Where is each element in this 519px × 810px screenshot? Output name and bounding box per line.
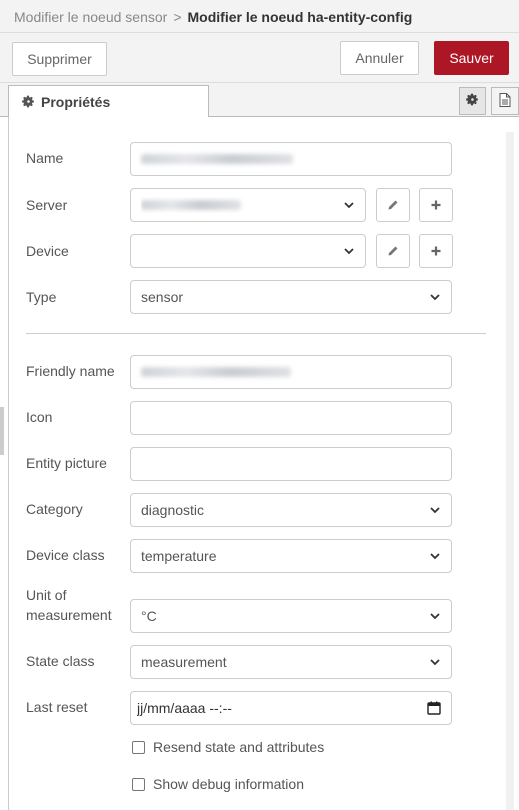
resend-state-label[interactable]: Resend state and attributes — [153, 739, 324, 755]
edit-server-button[interactable] — [376, 188, 410, 222]
device-class-select[interactable]: temperature — [130, 539, 452, 573]
redacted-value — [141, 200, 241, 210]
tab-bar: Propriétés — [0, 83, 519, 118]
delete-button[interactable]: Supprimer — [12, 42, 107, 76]
chevron-down-icon — [344, 202, 354, 209]
breadcrumb-parent[interactable]: Modifier le noeud sensor — [14, 9, 167, 25]
section-divider — [26, 333, 486, 334]
tab-settings[interactable] — [459, 87, 486, 115]
gear-icon — [466, 93, 479, 109]
name-label: Name — [26, 150, 64, 166]
chevron-down-icon — [430, 659, 440, 666]
last-reset-label: Last reset — [26, 699, 88, 715]
add-device-button[interactable] — [419, 234, 453, 268]
show-debug-checkbox[interactable] — [132, 778, 145, 791]
chevron-down-icon — [430, 613, 440, 620]
plus-icon — [431, 200, 441, 210]
friendly-name-input[interactable] — [130, 355, 452, 389]
chevron-down-icon — [430, 294, 440, 301]
add-server-button[interactable] — [419, 188, 453, 222]
edit-device-button[interactable] — [376, 234, 410, 268]
type-label: Type — [26, 289, 57, 305]
show-debug-label[interactable]: Show debug information — [153, 776, 304, 792]
cancel-button[interactable]: Annuler — [340, 41, 419, 75]
device-class-label: Device class — [26, 547, 105, 563]
entity-picture-input[interactable] — [130, 447, 452, 481]
tab-properties[interactable]: Propriétés — [8, 85, 209, 118]
name-input[interactable] — [130, 142, 452, 176]
pencil-icon — [388, 200, 398, 210]
resend-state-checkbox[interactable] — [132, 741, 145, 754]
device-label: Device — [26, 243, 69, 259]
chevron-down-icon — [344, 248, 354, 255]
icon-input[interactable] — [130, 401, 452, 435]
resize-handle[interactable] — [0, 407, 4, 455]
breadcrumb: Modifier le noeud sensor > Modifier le noe… — [0, 0, 519, 33]
state-class-select[interactable]: measurement — [130, 645, 452, 679]
gear-icon — [22, 95, 35, 111]
category-label: Category — [26, 501, 83, 517]
breadcrumb-separator: > — [173, 9, 182, 25]
plus-icon — [431, 246, 441, 256]
server-label: Server — [26, 197, 68, 213]
icon-label: Icon — [26, 409, 53, 425]
pencil-icon — [388, 246, 398, 256]
friendly-name-label: Friendly name — [26, 363, 115, 379]
state-class-label: State class — [26, 653, 95, 669]
toolbar: Supprimer Annuler Sauver — [0, 33, 519, 83]
redacted-value — [141, 367, 291, 377]
save-button[interactable]: Sauver — [434, 41, 509, 75]
device-select[interactable] — [130, 234, 366, 268]
last-reset-datetime-input[interactable]: jj/mm/aaaa --:-- — [130, 691, 452, 725]
entity-picture-label: Entity picture — [26, 455, 107, 471]
chevron-down-icon — [430, 553, 440, 560]
server-select[interactable] — [130, 188, 366, 222]
chevron-down-icon — [430, 507, 440, 514]
unit-of-measurement-select[interactable]: °C — [130, 599, 452, 633]
page-title: Modifier le noeud ha-entity-config — [187, 9, 413, 25]
redacted-value — [141, 154, 293, 164]
calendar-icon[interactable] — [427, 701, 441, 715]
unit-of-measurement-label: Unit of measurement — [26, 587, 112, 623]
document-icon — [499, 92, 511, 110]
type-select[interactable]: sensor — [130, 280, 452, 314]
tab-properties-label: Propriétés — [41, 94, 111, 110]
scrollbar[interactable] — [506, 132, 514, 810]
tab-description[interactable] — [491, 87, 519, 115]
category-select[interactable]: diagnostic — [130, 493, 452, 527]
